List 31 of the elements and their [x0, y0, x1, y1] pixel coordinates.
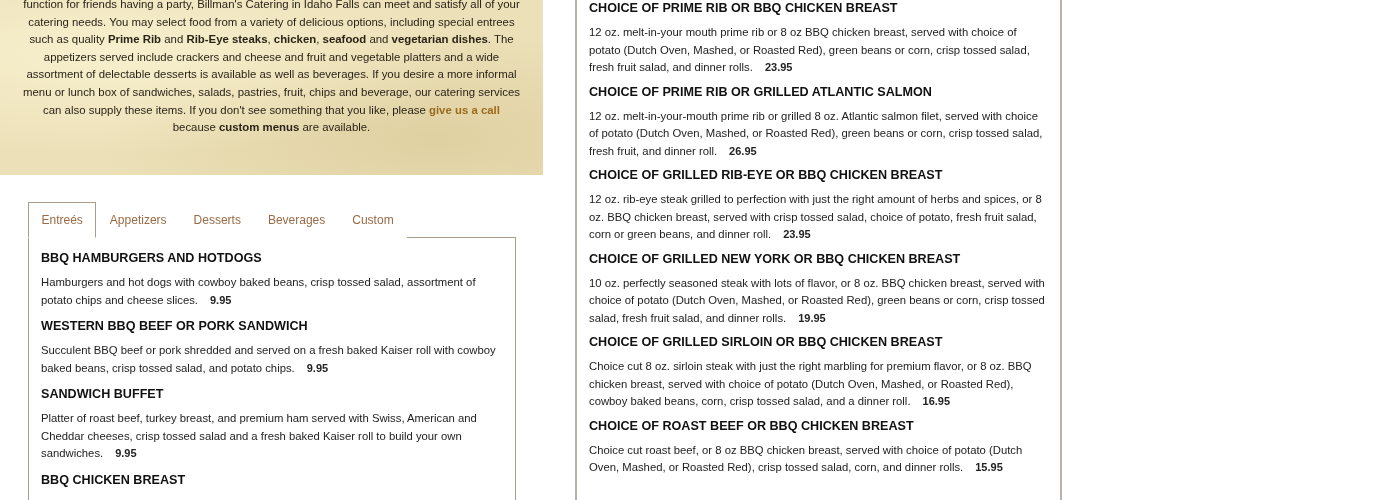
item-price: 16.95	[922, 395, 951, 407]
item-price: 9.95	[306, 361, 329, 374]
item-price: 9.95	[115, 447, 137, 459]
item-heading: CHOICE OF PRIME RIB OR BBQ CHICKEN BREAST	[589, 0, 899, 17]
item-price: 26.95	[729, 144, 757, 157]
item-heading: BBQ HAMBURGERS AND HOTDOGS	[41, 250, 263, 267]
item-price: 23.95	[783, 228, 811, 240]
item-description: 12 oz. melt-in-your mouth prime rib or 8 oz BBQ chicken breast, served with choice of potato (Dutch Oven, Mashed, or Roasted Red), green beans or corn, crisp tossed salad, fresh fruit salad, and dinner rolls. 23.95	[589, 25, 1031, 75]
item-description: Platter of roast beef, turkey breast, and premium ham served with Swiss, American and Cheddar cheeses, crisp tossed salad and a fresh baked Kaiser roll to build your own sandwiches. 9.95	[41, 411, 478, 461]
item-description: 12 oz. rib-eye steak grilled to perfection with just the right amount of herbs and spices, or 8 oz. BBQ chicken breast, served with crisp tossed salad, choice of potato, fresh fruit salad, corn or green beans, and dinner roll. 23.95	[589, 192, 1043, 242]
item-description: Choice cut roast beef, or 8 oz BBQ chicken breast, served with choice of potato (Dutch Oven, Mashed, or Roasted Red), crisp tossed salad, corn, and dinner rolls. 15.95	[589, 442, 1024, 475]
item-heading: BBQ CHICKEN BREAST	[41, 471, 187, 489]
item-price: 15.95	[975, 461, 1003, 473]
item-heading: CHOICE OF PRIME RIB OR GRILLED ATLANTIC SALMON	[589, 83, 933, 101]
menu-tab[interactable]: Entreés	[28, 202, 97, 238]
item-heading: CHOICE OF GRILLED NEW YORK OR BBQ CHICKEN BREAST	[589, 250, 962, 268]
item-price: 9.95	[210, 293, 232, 306]
item-description: Choice cut 8 oz. sirloin steak with just the right marbling for premium flavor, or 8 oz. BBQ chicken breast, served with choice of potato (Dutch Oven, Mashed, or Roasted Red), cowboy baked beans, corn, crisp tossed salad, and a dinner roll. 16.95	[589, 359, 1033, 409]
item-description: 10 oz. perfectly seasoned steak with lots of flavor, or 8 oz. BBQ chicken breast, served with choice of potato (Dutch Oven, Mashed, or Roasted Red), green beans or corn, crisp tossed salad, fresh fruit salad, and dinner rolls. 19.95	[589, 275, 1046, 326]
item-price: 19.95	[798, 311, 826, 324]
item-description: 12 oz. melt-in-your-mouth prime rib or grilled 8 oz. Atlantic salmon filet, served with choice of potato (Dutch Oven, Mashed, or Roasted Red), green beans or corn, crisp tossed salad, fresh fruit, and dinner roll. 26.95	[589, 108, 1044, 159]
item-heading: SANDWICH BUFFET	[41, 386, 165, 403]
intro-paragraph: function for friends having a party, Billman's Catering in Idaho Falls can meet and satisfy all of your catering needs. You may select food from a variety of delicious options, including special entrees such as quality Prime Rib and Rib-Eye steaks, chicken, seafood and vegetarian dishes. The appetizers served include crackers and cheese and fruit and vegetable platters and a wide assortment of delectable desserts is available as well as beverages. If you desire a more informal menu or lunch box of sandwiches, salads, pastries, fruit, chips and beverage, our catering services can also supply these items. If you don't see something that you like, please give us a call because custom menus are available.	[22, 0, 521, 136]
item-description: Succulent BBQ beef or pork shredded and served on a fresh baked Kaiser roll with cowboy baked beans, crisp tossed salad, and potato chips. 9.95	[41, 343, 497, 376]
item-heading: CHOICE OF GRILLED RIB-EYE OR BBQ CHICKEN BREAST	[589, 167, 944, 184]
item-heading: CHOICE OF ROAST BEEF OR BBQ CHICKEN BREAST	[589, 417, 915, 435]
item-description: Hamburgers and hot dogs with cowboy baked beans, crisp tossed salad, assortment of potato chips and cheese slices. 9.95	[41, 275, 477, 308]
item-price: 23.95	[764, 61, 793, 73]
item-heading: CHOICE OF GRILLED SIRLOIN OR BBQ CHICKEN BREAST	[589, 334, 944, 351]
item-heading: WESTERN BBQ BEEF OR PORK SANDWICH	[41, 318, 309, 335]
call-link[interactable]: give us a call	[429, 103, 500, 116]
